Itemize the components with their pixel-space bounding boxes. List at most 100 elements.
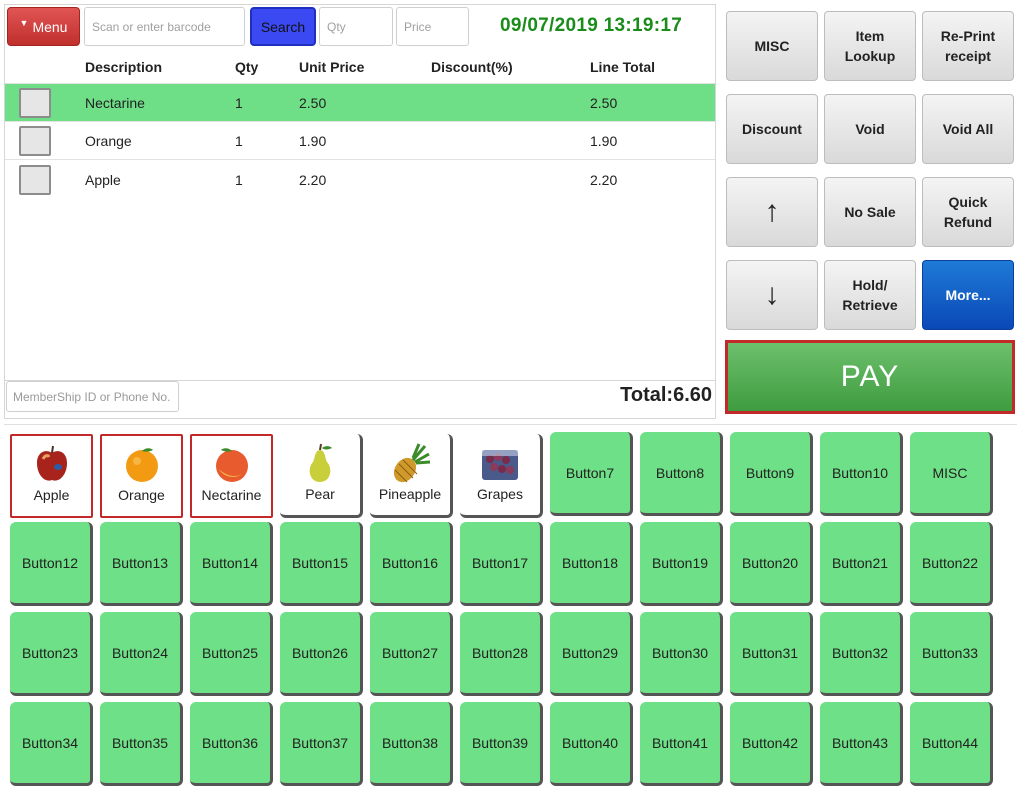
product-button[interactable]: Button23 bbox=[10, 612, 93, 696]
product-label: Apple bbox=[33, 487, 70, 503]
product-button-grapes[interactable]: Grapes bbox=[460, 434, 543, 518]
cell-description: Apple bbox=[85, 172, 121, 188]
column-discount: Discount(%) bbox=[431, 59, 513, 75]
no-sale-button[interactable]: No Sale bbox=[824, 177, 916, 247]
cell-line-total: 2.50 bbox=[590, 94, 618, 111]
product-button[interactable]: Button17 bbox=[460, 522, 543, 606]
product-button[interactable]: Button7 bbox=[550, 432, 633, 516]
cell-unit-price: 1.90 bbox=[299, 132, 327, 149]
product-button[interactable]: Button39 bbox=[460, 702, 543, 786]
product-button[interactable]: Button35 bbox=[100, 702, 183, 786]
pineapple-icon bbox=[393, 443, 431, 483]
qty-input[interactable] bbox=[319, 7, 393, 46]
apple-icon bbox=[36, 445, 67, 481]
product-button[interactable]: Button12 bbox=[10, 522, 93, 606]
cell-qty: 1 bbox=[235, 172, 243, 188]
product-button[interactable]: Button19 bbox=[640, 522, 723, 606]
product-label: Orange bbox=[118, 487, 165, 503]
product-button[interactable]: Button8 bbox=[640, 432, 723, 516]
product-label: Pear bbox=[305, 486, 335, 502]
void-button[interactable]: Void bbox=[824, 94, 916, 164]
datetime-display: 09/07/2019 13:19:17 bbox=[500, 15, 683, 36]
table-row[interactable]: Orange 1 1.90 1.90 bbox=[5, 122, 715, 160]
product-button[interactable]: Button28 bbox=[460, 612, 543, 696]
product-button[interactable]: Button37 bbox=[280, 702, 363, 786]
product-button[interactable]: Button44 bbox=[910, 702, 993, 786]
product-button-pear[interactable]: Pear bbox=[280, 434, 363, 518]
product-button[interactable]: Button26 bbox=[280, 612, 363, 696]
product-button[interactable]: Button33 bbox=[910, 612, 993, 696]
product-button[interactable]: Button16 bbox=[370, 522, 453, 606]
misc-button[interactable]: MISC bbox=[726, 11, 818, 81]
product-button[interactable]: Button30 bbox=[640, 612, 723, 696]
orange-icon bbox=[125, 448, 158, 482]
product-button-orange[interactable]: Orange bbox=[100, 434, 183, 518]
pay-button[interactable]: PAY bbox=[725, 340, 1015, 414]
column-qty: Qty bbox=[235, 59, 259, 75]
column-line-total: Line Total bbox=[590, 59, 656, 75]
product-button-nectarine[interactable]: Nectarine bbox=[190, 434, 273, 518]
membership-input[interactable] bbox=[6, 381, 179, 412]
menu-label: Menu bbox=[32, 18, 68, 35]
product-label: Nectarine bbox=[201, 487, 262, 503]
cell-line-total: 2.20 bbox=[590, 172, 618, 188]
cell-unit-price: 2.50 bbox=[299, 94, 327, 111]
product-button[interactable]: Button42 bbox=[730, 702, 813, 786]
product-button[interactable]: Button21 bbox=[820, 522, 903, 606]
product-button[interactable]: Button32 bbox=[820, 612, 903, 696]
product-button-pineapple[interactable]: Pineapple bbox=[370, 434, 453, 518]
product-button[interactable]: Button20 bbox=[730, 522, 813, 606]
product-button[interactable]: Button13 bbox=[100, 522, 183, 606]
barcode-input[interactable] bbox=[84, 7, 245, 46]
product-button[interactable]: Button41 bbox=[640, 702, 723, 786]
product-label: Grapes bbox=[477, 486, 523, 502]
order-total: Total:6.60 bbox=[620, 384, 712, 406]
product-button[interactable]: Button38 bbox=[370, 702, 453, 786]
pear-icon bbox=[309, 443, 332, 482]
product-button[interactable]: Button25 bbox=[190, 612, 273, 696]
row-checkbox[interactable] bbox=[19, 165, 51, 195]
product-grid: Apple Orange Nectarine Pear Pineapple Gr… bbox=[4, 424, 1017, 788]
product-button[interactable]: Button43 bbox=[820, 702, 903, 786]
product-button[interactable]: Button9 bbox=[730, 432, 813, 516]
price-input[interactable] bbox=[396, 7, 469, 46]
cell-description: Nectarine bbox=[85, 94, 145, 111]
product-button[interactable]: Button10 bbox=[820, 432, 903, 516]
row-checkbox[interactable] bbox=[19, 125, 51, 156]
product-button[interactable]: Button22 bbox=[910, 522, 993, 606]
menu-button[interactable]: ▼ Menu bbox=[7, 7, 80, 46]
grid-header: Description Qty Unit Price Discount(%) L… bbox=[5, 51, 715, 84]
quick-refund-button[interactable]: Quick Refund bbox=[922, 177, 1014, 247]
caret-down-icon: ▼ bbox=[19, 17, 29, 28]
product-button[interactable]: Button24 bbox=[100, 612, 183, 696]
product-label: Pineapple bbox=[378, 486, 442, 502]
arrow-down-icon[interactable]: ↓ bbox=[726, 260, 818, 330]
product-button[interactable]: Button31 bbox=[730, 612, 813, 696]
more-button[interactable]: More... bbox=[922, 260, 1014, 330]
product-button-apple[interactable]: Apple bbox=[10, 434, 93, 518]
misc-product-button[interactable]: MISC bbox=[910, 432, 993, 516]
product-button[interactable]: Button15 bbox=[280, 522, 363, 606]
product-button[interactable]: Button18 bbox=[550, 522, 633, 606]
product-button[interactable]: Button29 bbox=[550, 612, 633, 696]
void-all-button[interactable]: Void All bbox=[922, 94, 1014, 164]
item-lookup-button[interactable]: Item Lookup bbox=[824, 11, 916, 81]
reprint-receipt-button[interactable]: Re-Print receipt bbox=[922, 11, 1014, 81]
product-button[interactable]: Button40 bbox=[550, 702, 633, 786]
cell-description: Orange bbox=[85, 132, 132, 149]
table-row[interactable]: Apple 1 2.20 2.20 bbox=[5, 161, 715, 199]
discount-button[interactable]: Discount bbox=[726, 94, 818, 164]
product-button[interactable]: Button14 bbox=[190, 522, 273, 606]
arrow-up-icon[interactable]: ↑ bbox=[726, 177, 818, 247]
product-button[interactable]: Button34 bbox=[10, 702, 93, 786]
hold-retrieve-button[interactable]: Hold/ Retrieve bbox=[824, 260, 916, 330]
product-button[interactable]: Button36 bbox=[190, 702, 273, 786]
row-checkbox[interactable] bbox=[19, 87, 51, 118]
table-row[interactable]: Nectarine 1 2.50 2.50 bbox=[5, 84, 715, 122]
product-button[interactable]: Button27 bbox=[370, 612, 453, 696]
nectarine-icon bbox=[215, 448, 248, 482]
cell-qty: 1 bbox=[235, 94, 243, 111]
column-unit-price: Unit Price bbox=[299, 59, 365, 75]
cell-qty: 1 bbox=[235, 132, 243, 149]
search-button[interactable]: Search bbox=[250, 7, 316, 46]
